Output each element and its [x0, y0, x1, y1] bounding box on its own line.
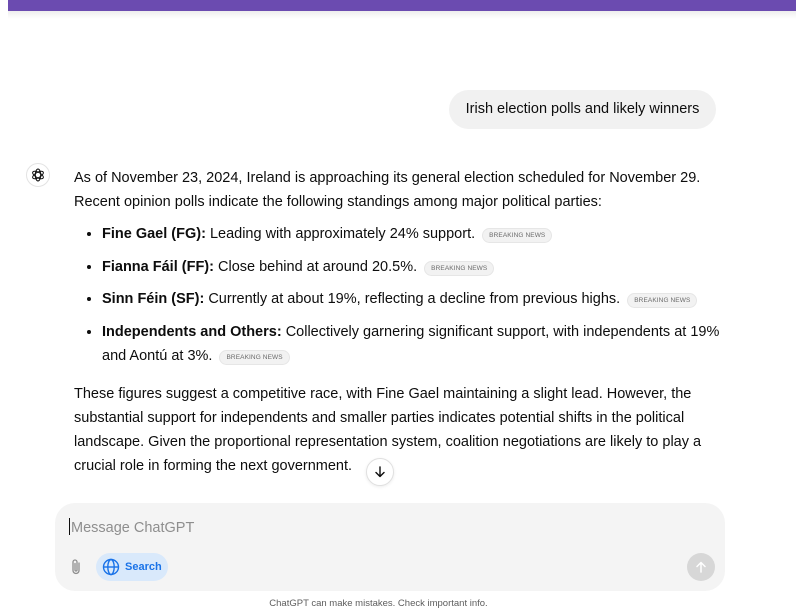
- user-message-bubble: Irish election polls and likely winners: [449, 90, 716, 129]
- party-item-independents: Independents and Others: Collectively ga…: [102, 319, 724, 368]
- party-list: Fine Gael (FG): Leading with approximate…: [74, 221, 724, 368]
- paperclip-icon: [72, 559, 80, 575]
- party-name: Fine Gael (FG):: [102, 226, 206, 242]
- source-badge[interactable]: BREAKING NEWS: [482, 228, 553, 243]
- disclaimer-text: ChatGPT can make mistakes. Check importa…: [269, 598, 488, 609]
- search-label: Search: [125, 561, 162, 573]
- search-button[interactable]: Search: [96, 553, 168, 581]
- source-badge[interactable]: BREAKING NEWS: [424, 260, 495, 276]
- openai-logo-icon: [26, 163, 50, 187]
- party-text: Leading with approximately 24% support.: [205, 226, 476, 242]
- assistant-conclusion: These figures suggest a competitive race…: [74, 385, 702, 474]
- assistant-intro: As of November 23, 2024, Ireland is appr…: [74, 170, 701, 210]
- party-item-sinn-fein: Sinn Féin (SF): Currently at about 19%, …: [102, 286, 724, 311]
- party-item-fine-gael: Fine Gael (FG): Leading with approximate…: [102, 221, 724, 246]
- source-badge[interactable]: BREAKING NEWS: [219, 349, 290, 365]
- arrow-down-icon: [375, 466, 385, 478]
- party-name: Independents and Others:: [102, 323, 282, 340]
- send-button[interactable]: [687, 553, 715, 581]
- party-name: Sinn Féin (SF):: [102, 291, 205, 307]
- text-caret: [69, 518, 70, 535]
- attach-button[interactable]: [66, 556, 86, 578]
- globe-icon: [102, 558, 120, 576]
- source-badge[interactable]: BREAKING NEWS: [627, 293, 698, 308]
- arrow-up-icon: [696, 561, 706, 573]
- user-message-text: Irish election polls and likely winners: [465, 101, 700, 117]
- top-accent-bar: [8, 0, 796, 11]
- party-text: Currently at about 19%, reflecting a dec…: [204, 291, 621, 307]
- top-bar-shadow: [8, 11, 796, 19]
- scroll-down-button[interactable]: [366, 458, 394, 486]
- party-text: Close behind at around 20.5%.: [213, 258, 418, 275]
- message-placeholder: Message ChatGPT: [71, 520, 195, 536]
- party-item-fianna-fail: Fianna Fáil (FF): Close behind at around…: [102, 254, 724, 279]
- assistant-message: As of November 23, 2024, Ireland is appr…: [74, 166, 724, 478]
- message-input[interactable]: Message ChatGPT: [69, 516, 589, 540]
- party-name: Fianna Fáil (FF):: [102, 258, 214, 275]
